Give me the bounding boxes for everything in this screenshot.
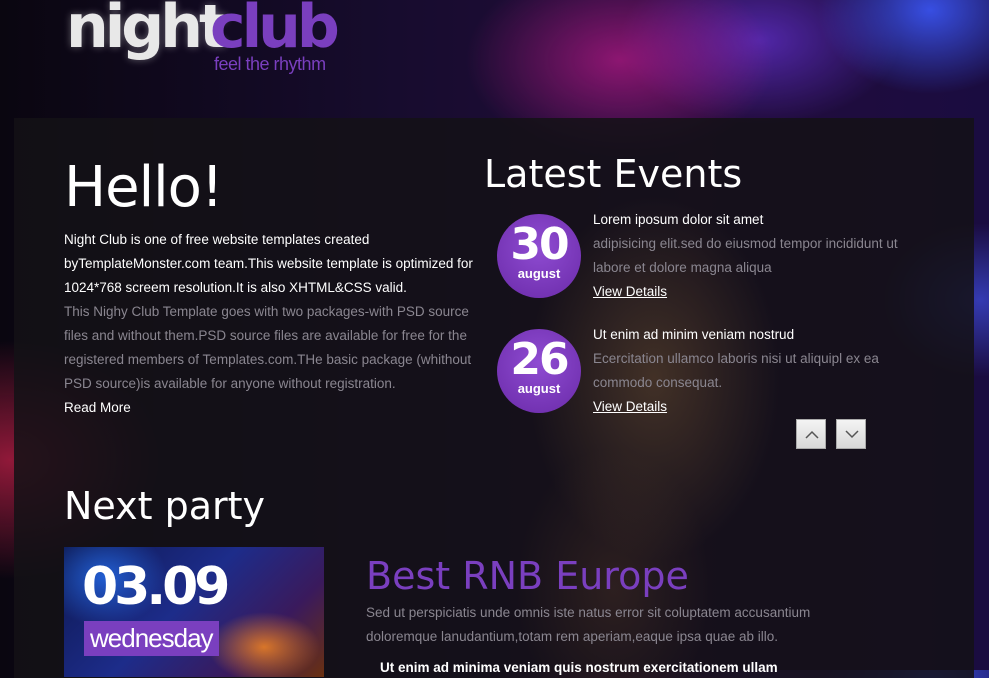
hello-lead-text: Night Club is one of free website templa… <box>64 232 473 295</box>
hello-heading: Hello! <box>64 155 223 220</box>
event-day: 30 <box>510 219 569 270</box>
event-heading: Lorem iposum dolor sit amet <box>593 212 764 227</box>
party-weekday: wednesday <box>84 621 219 656</box>
view-details-link[interactable]: View Details <box>593 395 913 419</box>
chevron-down-icon <box>845 430 859 439</box>
site-logo[interactable]: night club feel the rhythm <box>66 0 346 82</box>
scroll-up-button[interactable] <box>796 419 826 449</box>
party-poster-image[interactable]: 03.09 wednesday <box>64 547 324 677</box>
logo-word-night: night <box>66 0 228 62</box>
chevron-up-icon <box>805 430 819 439</box>
event-day: 26 <box>510 334 569 385</box>
event-heading: Ut enim ad minim veniam nostrud <box>593 327 795 342</box>
scroll-down-button[interactable] <box>836 419 866 449</box>
logo-word-club: club <box>210 0 340 62</box>
party-date: 03.09 <box>82 557 230 617</box>
party-bullet-item: Ut enim ad minima veniam quis nostrum ex… <box>380 660 778 675</box>
hello-body-text: This Nighy Club Template goes with two p… <box>64 304 472 391</box>
read-more-link[interactable]: Read More <box>64 396 494 420</box>
latest-events-heading: Latest Events <box>484 152 743 196</box>
view-details-link[interactable]: View Details <box>593 280 913 304</box>
hello-text-block: Night Club is one of free website templa… <box>64 228 494 420</box>
event-date-badge: 26 august <box>497 329 581 413</box>
event-description: adipisicing elit.sed do eiusmod tempor i… <box>593 236 898 275</box>
party-description: Sed ut perspiciatis unde omnis iste natu… <box>366 605 811 644</box>
logo-tagline: feel the rhythm <box>214 54 326 74</box>
party-event-title[interactable]: Best RNB Europe <box>366 554 689 598</box>
next-party-heading: Next party <box>64 484 266 528</box>
event-description: Ecercitation ullamco laboris nisi ut ali… <box>593 351 879 390</box>
event-date-badge: 30 august <box>497 214 581 298</box>
event-info: Lorem iposum dolor sit amet adipisicing … <box>593 208 913 304</box>
event-info: Ut enim ad minim veniam nostrud Ecercita… <box>593 323 913 419</box>
